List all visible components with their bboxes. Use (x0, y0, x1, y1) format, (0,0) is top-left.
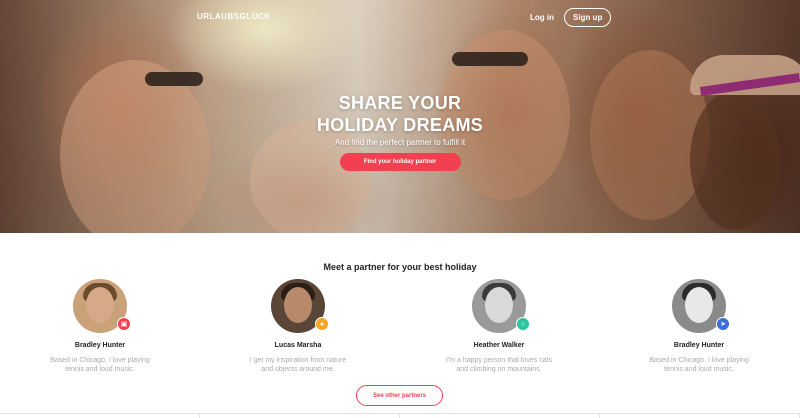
see-other-partners-button[interactable]: See other partners (356, 385, 443, 406)
hero-banner: URLAUBSGLÜCK Log in Sign up SHARE YOUR H… (0, 0, 800, 233)
partner-description: I'm a happy person that loves cats and c… (445, 357, 552, 373)
partner-card[interactable]: ➤ Bradley Hunter Based in Chicago. I lov… (624, 279, 774, 374)
partner-description: Based in Chicago. I love playing tennis … (649, 357, 749, 373)
partner-name[interactable]: Bradley Hunter (25, 342, 175, 349)
find-partner-button[interactable]: Find your holiday partner (339, 153, 461, 171)
brand-name: URLAUBSGLÜCK (197, 12, 271, 21)
partner-name[interactable]: Bradley Hunter (624, 342, 774, 349)
brand-logo[interactable]: URLAUBSGLÜCK (197, 12, 271, 22)
lock-icon: ● (315, 317, 329, 331)
hero-title: SHARE YOUR HOLIDAY DREAMS (0, 92, 800, 136)
camera-icon: ▣ (117, 317, 131, 331)
hero-content: SHARE YOUR HOLIDAY DREAMS And find the p… (0, 92, 800, 171)
hero-title-line1: SHARE YOUR (338, 93, 462, 113)
partner-card[interactable]: ● Lucas Marsha I get my inspiration from… (223, 279, 373, 374)
send-icon: ➤ (716, 317, 730, 331)
chat-icon: ○ (516, 317, 530, 331)
hero-title-line2: HOLIDAY DREAMS (316, 115, 484, 135)
avatar-wrap: ➤ (672, 279, 730, 333)
footer-strip (0, 413, 800, 418)
sunglasses-shape (145, 72, 203, 86)
avatar-wrap: ▣ (73, 279, 131, 333)
signup-button[interactable]: Sign up (564, 8, 612, 27)
partner-name[interactable]: Heather Walker (424, 342, 574, 349)
partners-heading: Meet a partner for your best holiday (323, 262, 477, 272)
hero-subtitle: And find the perfect partner to fulfill … (334, 138, 466, 147)
partner-name[interactable]: Lucas Marsha (223, 342, 373, 349)
avatar-wrap: ○ (472, 279, 530, 333)
login-link[interactable]: Log in (530, 13, 554, 22)
partner-description: I get my inspiration from nature and obj… (249, 357, 347, 373)
sunglasses-shape (452, 52, 528, 66)
partner-card[interactable]: ▣ Bradley Hunter Based in Chicago. I lov… (25, 279, 175, 374)
partner-card[interactable]: ○ Heather Walker I'm a happy person that… (424, 279, 574, 374)
partner-description: Based in Chicago. I love playing tennis … (50, 357, 150, 373)
top-nav: Log in Sign up (530, 8, 612, 27)
hat-shape (690, 55, 800, 95)
avatar-wrap: ● (271, 279, 329, 333)
